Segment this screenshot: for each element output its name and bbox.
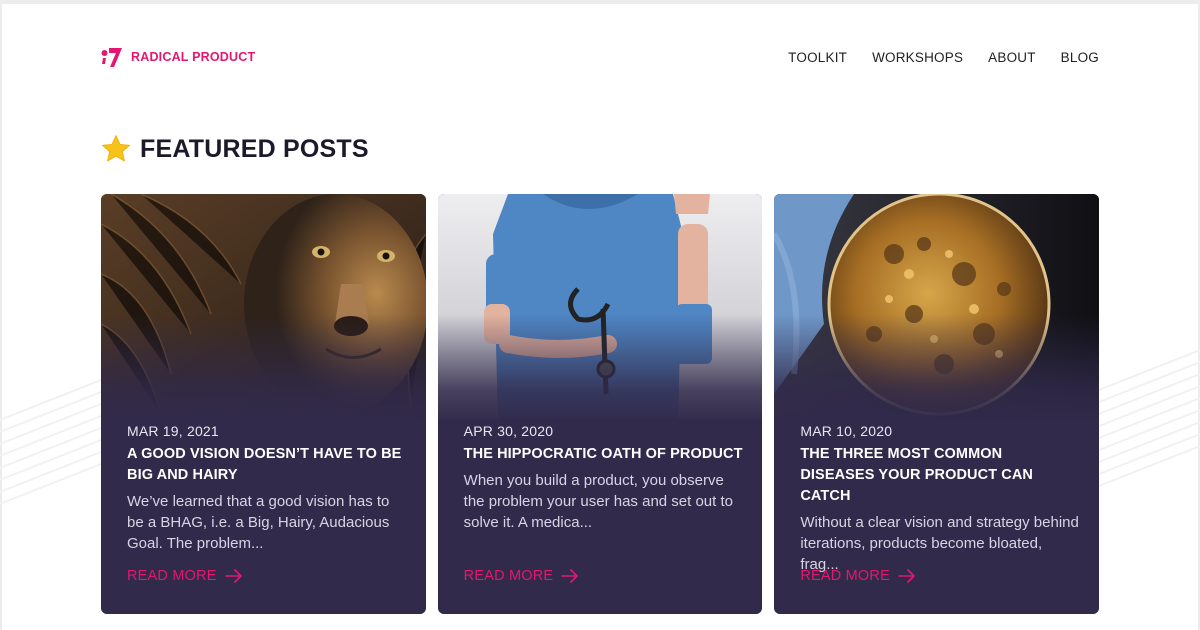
nav-item-toolkit[interactable]: TOOLKIT xyxy=(788,50,847,65)
post-date: MAR 19, 2021 xyxy=(127,423,219,439)
image-fade xyxy=(437,314,763,424)
post-title[interactable]: A GOOD VISION DOESN’T HAVE TO BE BIG AND… xyxy=(127,444,407,486)
radical-product-logo-icon xyxy=(101,48,122,67)
post-excerpt: Without a clear vision and strategy behi… xyxy=(800,514,1079,573)
star-icon xyxy=(102,135,130,162)
brand-logo-link[interactable]: RADICAL PRODUCT xyxy=(101,46,255,68)
image-fade xyxy=(101,314,426,424)
featured-posts-list: MAR 19, 2021 A GOOD VISION DOESN’T HAVE … xyxy=(101,194,1100,614)
read-more-label: READ MORE xyxy=(127,568,217,584)
post-date: MAR 10, 2020 xyxy=(800,423,893,439)
read-more-link[interactable]: READ MORE xyxy=(464,568,580,584)
top-border xyxy=(0,0,1200,4)
read-more-link[interactable]: READ MORE xyxy=(800,568,916,584)
brand-name: RADICAL PRODUCT xyxy=(131,50,256,64)
main-nav: TOOLKIT WORKSHOPS ABOUT BLOG xyxy=(788,50,1099,65)
post-card-body: MAR 10, 2020 THE THREE MOST COMMON DISEA… xyxy=(800,423,1080,575)
nav-item-blog[interactable]: BLOG xyxy=(1061,50,1099,65)
site-header: RADICAL PRODUCT TOOLKIT WORKSHOPS ABOUT … xyxy=(101,42,1099,72)
section-title: FEATURED POSTS xyxy=(140,134,369,163)
post-title[interactable]: THE HIPPOCRATIC OATH OF PRODUCT xyxy=(464,444,744,465)
left-border xyxy=(0,0,2,630)
arrow-right-icon xyxy=(224,569,242,583)
read-more-label: READ MORE xyxy=(800,568,890,584)
read-more-label: READ MORE xyxy=(463,568,554,584)
post-card[interactable]: MAR 19, 2021 A GOOD VISION DOESN’T HAVE … xyxy=(101,194,426,614)
arrow-right-icon xyxy=(898,569,915,583)
post-excerpt: We’ve learned that a good vision has to … xyxy=(127,493,390,552)
post-card-body: APR 30, 2020 THE HIPPOCRATIC OATH OF PRO… xyxy=(464,423,744,533)
image-fade xyxy=(774,314,1100,424)
read-more-link[interactable]: READ MORE xyxy=(127,568,243,584)
post-title[interactable]: THE THREE MOST COMMON DISEASES YOUR PROD… xyxy=(800,444,1080,507)
post-excerpt: When you build a product, you observe th… xyxy=(463,472,733,531)
post-card-body: MAR 19, 2021 A GOOD VISION DOESN’T HAVE … xyxy=(127,423,407,554)
post-card[interactable]: APR 30, 2020 THE HIPPOCRATIC OATH OF PRO… xyxy=(437,194,763,614)
arrow-right-icon xyxy=(561,569,579,583)
post-card[interactable]: MAR 10, 2020 THE THREE MOST COMMON DISEA… xyxy=(774,194,1100,614)
post-date: APR 30, 2020 xyxy=(463,423,554,439)
featured-posts-heading: FEATURED POSTS xyxy=(101,134,369,164)
nav-item-about[interactable]: ABOUT xyxy=(988,50,1036,65)
nav-item-workshops[interactable]: WORKSHOPS xyxy=(872,50,963,65)
